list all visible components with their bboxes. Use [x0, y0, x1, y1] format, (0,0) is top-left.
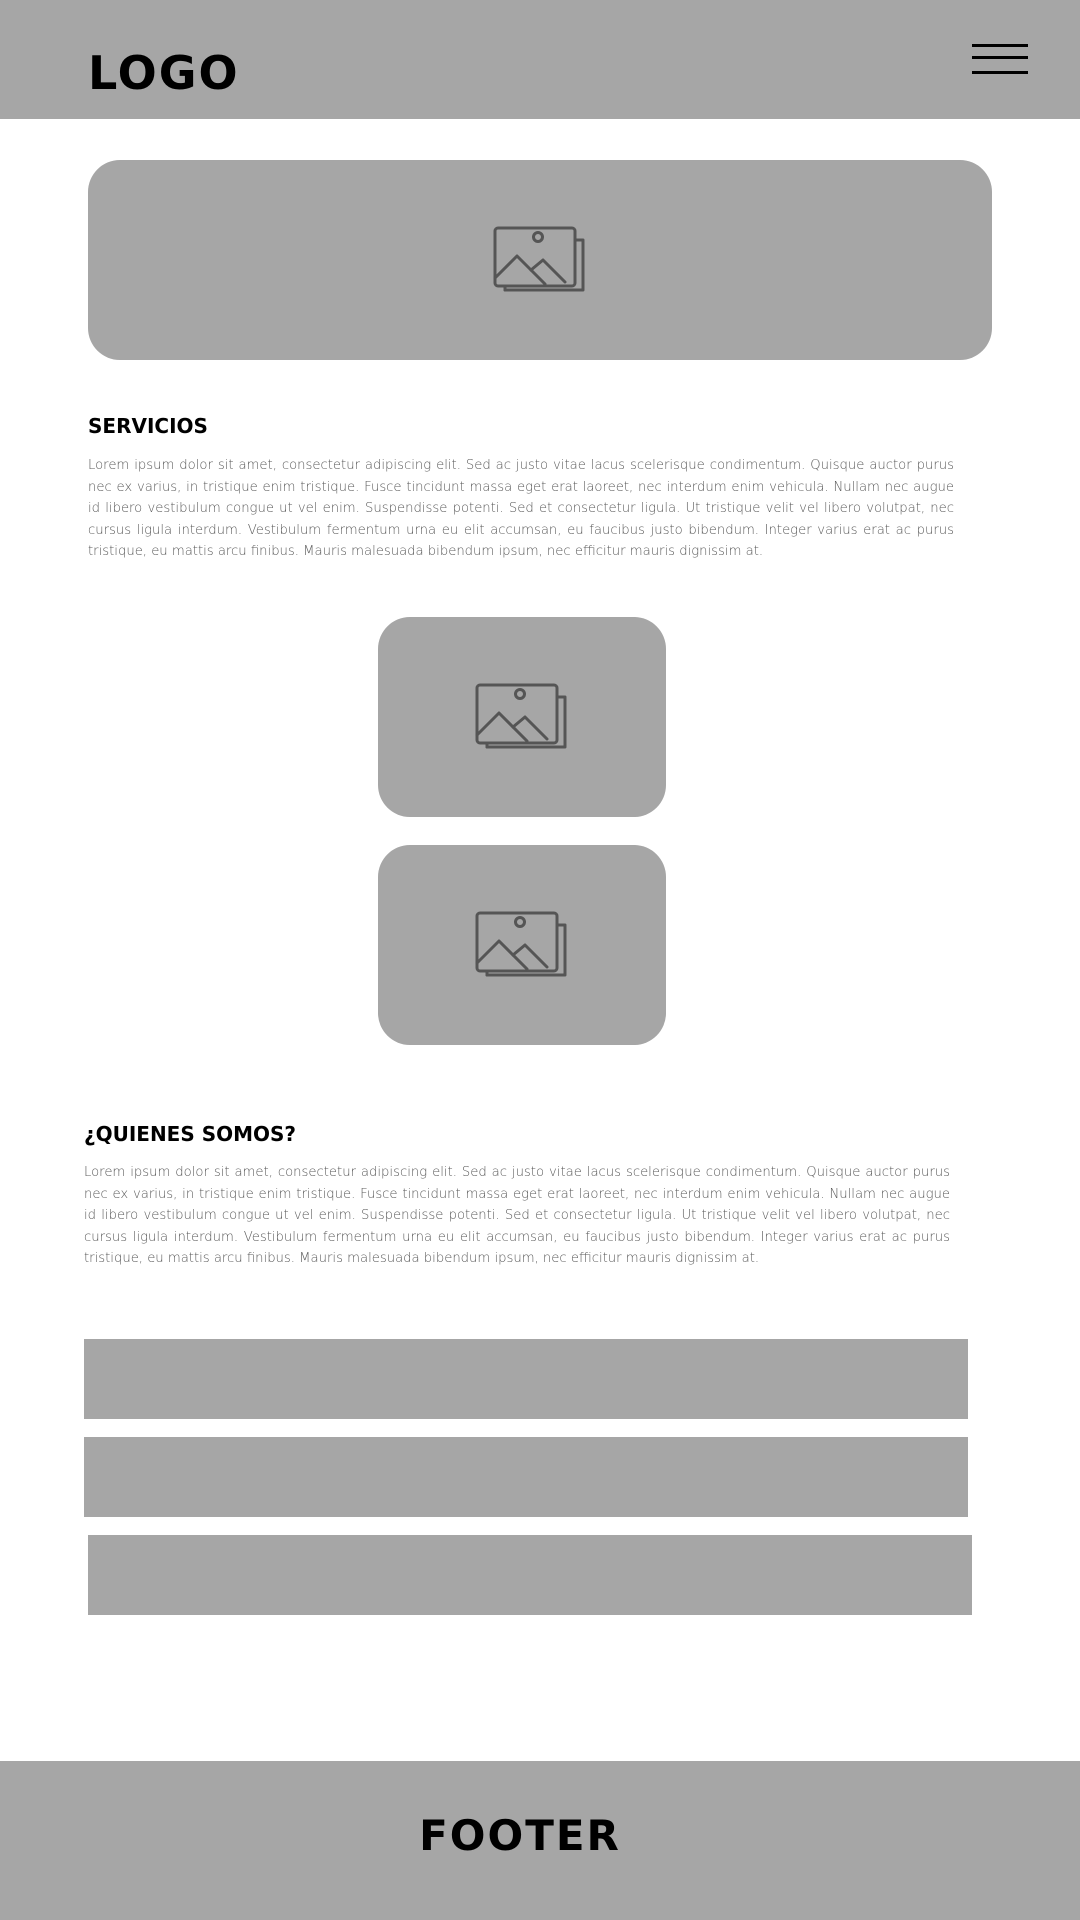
site-header: LOGO: [0, 0, 1080, 119]
quienes-somos-title: ¿QUIENES SOMOS?: [84, 1122, 297, 1146]
service-image-placeholder: [378, 845, 666, 1045]
content-block-placeholder: [84, 1339, 968, 1419]
hero-image-placeholder: [88, 160, 992, 360]
site-footer: FOOTER: [0, 1761, 1080, 1920]
menu-line: [972, 71, 1028, 74]
quienes-somos-text: Lorem ipsum dolor sit amet, consectetur …: [84, 1165, 950, 1266]
menu-line: [972, 44, 1028, 47]
image-gallery-icon: [493, 226, 587, 294]
content-block-placeholder: [84, 1437, 968, 1517]
logo[interactable]: LOGO: [88, 46, 240, 100]
menu-line: [972, 56, 1028, 59]
content-block-placeholder: [88, 1535, 972, 1615]
image-gallery-icon: [475, 683, 569, 751]
servicios-text: Lorem ipsum dolor sit amet, consectetur …: [88, 458, 954, 559]
servicios-title: SERVICIOS: [88, 414, 208, 438]
service-image-placeholder: [378, 617, 666, 817]
image-gallery-icon: [475, 911, 569, 979]
page: LOGO SERVICIOS Lorem ipsum dolor sit ame…: [0, 0, 1080, 1920]
hamburger-menu-icon[interactable]: [970, 42, 1030, 78]
footer-label: FOOTER: [419, 1811, 621, 1860]
